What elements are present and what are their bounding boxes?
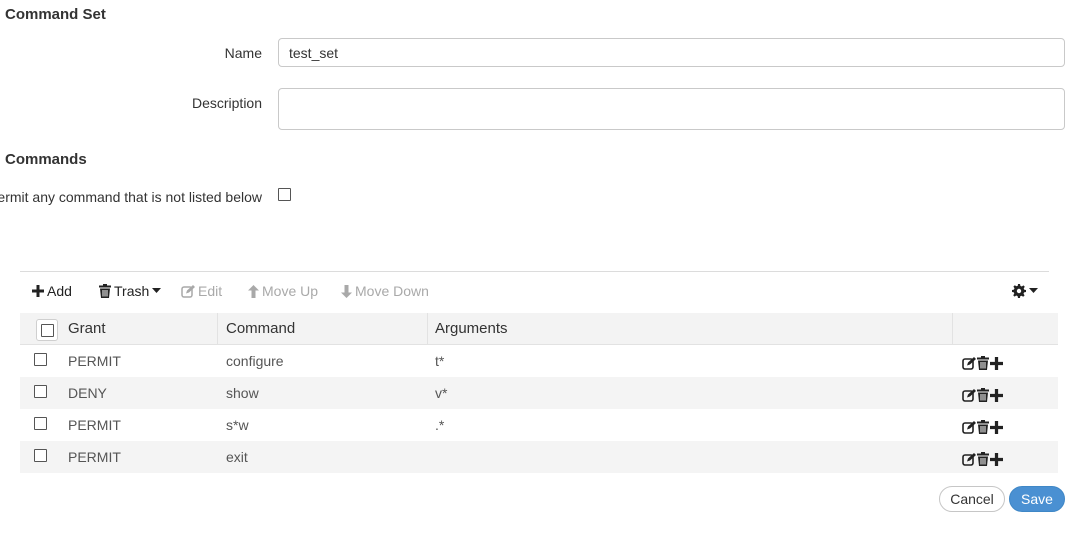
trash-icon[interactable] <box>977 452 989 466</box>
arrow-down-icon <box>341 284 352 298</box>
toolbar-divider <box>20 271 1049 272</box>
select-all-checkbox[interactable] <box>41 324 54 337</box>
column-separator <box>427 313 428 345</box>
command-cell: show <box>226 385 259 401</box>
move-down-label: Move Down <box>355 283 429 299</box>
edit-icon <box>181 284 195 298</box>
move-down-button[interactable]: Move Down <box>341 283 429 299</box>
trash-dropdown-button[interactable]: Trash <box>99 283 162 299</box>
grant-cell: PERMIT <box>68 353 121 369</box>
row-actions <box>962 377 1003 409</box>
gear-icon <box>1012 284 1026 298</box>
table-row[interactable]: PERMIT configure t* <box>20 345 1058 377</box>
command-set-page: Command Set Name Description Commands Pe… <box>0 0 1082 538</box>
trash-icon[interactable] <box>977 388 989 402</box>
grant-cell: DENY <box>68 385 107 401</box>
table-row[interactable]: DENY show v* <box>20 377 1058 409</box>
command-set-heading: Command Set <box>5 6 106 23</box>
edit-button[interactable]: Edit <box>181 283 222 299</box>
plus-icon[interactable] <box>990 420 1003 434</box>
column-separator <box>217 313 218 345</box>
plus-icon <box>32 285 44 297</box>
column-header-command[interactable]: Command <box>226 313 295 344</box>
column-header-grant[interactable]: Grant <box>68 313 106 344</box>
caret-down-icon <box>1029 288 1038 294</box>
trash-icon <box>99 284 111 298</box>
trash-icon[interactable] <box>977 356 989 370</box>
arguments-cell: t* <box>435 353 445 369</box>
command-cell: configure <box>226 353 284 369</box>
plus-icon[interactable] <box>990 388 1003 402</box>
table-header: Grant Command Arguments <box>20 313 1058 345</box>
caret-down-icon <box>152 288 162 294</box>
cancel-button[interactable]: Cancel <box>939 486 1005 512</box>
commands-table: Grant Command Arguments PERMIT configure… <box>20 313 1058 473</box>
edit-icon[interactable] <box>962 356 976 370</box>
arguments-cell: v* <box>435 385 448 401</box>
command-cell: exit <box>226 449 248 465</box>
commands-toolbar: Add Trash Edit Move Up Move Down <box>20 283 1058 303</box>
edit-icon[interactable] <box>962 388 976 402</box>
grant-cell: PERMIT <box>68 449 121 465</box>
row-checkbox[interactable] <box>34 449 47 462</box>
description-label: Description <box>191 95 262 111</box>
move-up-label: Move Up <box>262 283 319 299</box>
save-button[interactable]: Save <box>1009 486 1065 512</box>
command-cell: s*w <box>226 417 249 433</box>
select-all-cell <box>36 319 58 341</box>
table-row[interactable]: PERMIT exit <box>20 441 1058 473</box>
plus-icon[interactable] <box>990 356 1003 370</box>
row-actions <box>962 441 1003 473</box>
edit-label: Edit <box>198 283 223 299</box>
column-header-arguments[interactable]: Arguments <box>435 313 508 344</box>
permit-any-checkbox[interactable] <box>278 188 291 201</box>
row-actions <box>962 345 1003 377</box>
arrow-up-icon <box>248 284 259 298</box>
permit-any-label: Permit any command that is not listed be… <box>0 189 262 205</box>
description-field[interactable] <box>278 88 1065 130</box>
table-row[interactable]: PERMIT s*w .* <box>20 409 1058 441</box>
arguments-cell: .* <box>435 417 445 433</box>
plus-icon[interactable] <box>990 452 1003 466</box>
move-up-button[interactable]: Move Up <box>248 283 318 299</box>
trash-label: Trash <box>114 283 150 299</box>
row-checkbox[interactable] <box>34 353 47 366</box>
add-button[interactable]: Add <box>32 283 72 299</box>
row-actions <box>962 409 1003 441</box>
row-checkbox[interactable] <box>34 385 47 398</box>
name-label: Name <box>224 45 262 61</box>
add-label: Add <box>47 283 72 299</box>
edit-icon[interactable] <box>962 452 976 466</box>
name-field[interactable] <box>278 38 1065 67</box>
edit-icon[interactable] <box>962 420 976 434</box>
row-checkbox[interactable] <box>34 417 47 430</box>
column-separator <box>952 313 953 345</box>
commands-heading: Commands <box>5 151 87 168</box>
grant-cell: PERMIT <box>68 417 121 433</box>
trash-icon[interactable] <box>977 420 989 434</box>
settings-dropdown-button[interactable] <box>1012 284 1038 298</box>
